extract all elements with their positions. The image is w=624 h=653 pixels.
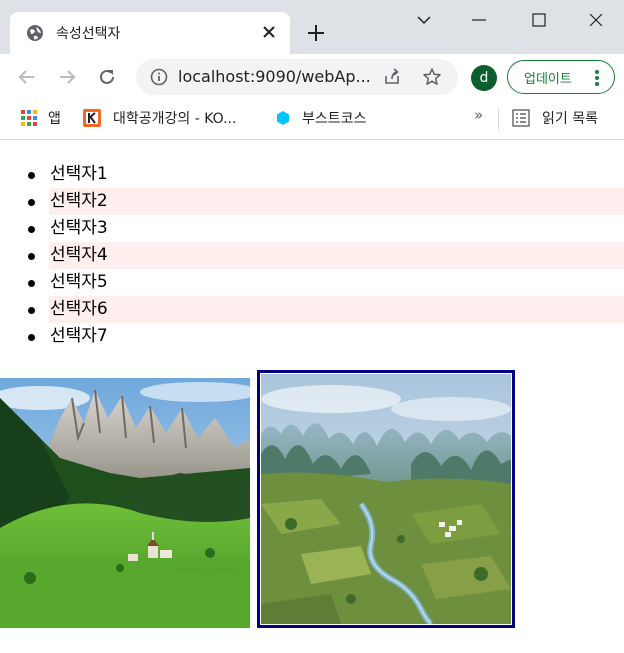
active-tab[interactable]: 속성선택자 — [10, 12, 290, 54]
bullet-dot — [28, 280, 35, 287]
update-button-label: 업데이트 — [524, 72, 572, 87]
reading-list[interactable]: 읽기 목록 — [512, 106, 612, 130]
new-tab-plus-icon[interactable] — [305, 22, 327, 44]
list-item: 선택자3 — [0, 215, 624, 242]
list-item: 선택자7 — [0, 323, 624, 350]
maximize-icon[interactable] — [525, 8, 553, 32]
bookmark-boostcourse[interactable]: 부스트코스 — [274, 106, 384, 130]
list-item-highlighted: 선택자6 — [0, 296, 624, 323]
profile-avatar[interactable]: d — [471, 65, 497, 91]
bookmark-kocw-label: 대학공개강의 - KO... — [113, 111, 237, 127]
reload-icon[interactable] — [96, 66, 118, 88]
bookmark-apps-label: 앱 — [48, 111, 61, 127]
tab-strip: 속성선택자 — [0, 0, 624, 54]
bullet-dot — [28, 253, 35, 260]
boostcourse-icon — [277, 111, 289, 125]
kocw-icon — [83, 109, 101, 127]
list-item: 선택자5 — [0, 269, 624, 296]
browser-toolbar: localhost:9090/webAp... d 업데이트 — [0, 54, 624, 100]
bullet-dot — [28, 226, 35, 233]
globe-icon — [27, 25, 43, 41]
list-item: 선택자1 — [0, 161, 624, 188]
share-icon[interactable] — [382, 67, 402, 87]
bullet-dot — [28, 334, 35, 341]
bookmark-kocw[interactable]: 대학공개강의 - KO... — [83, 106, 263, 130]
bookmarks-bar: 앱 대학공개강의 - KO... 부스트코스 읽기 목록 — [0, 100, 624, 140]
selector-list: 선택자1 선택자2 선택자3 선택자4 선택자5 선택자6 선택자7 — [0, 161, 624, 350]
close-window-icon[interactable] — [582, 8, 610, 32]
karst-river-valley-photo — [257, 370, 515, 628]
bullet-dot — [28, 172, 35, 179]
bullet-dot — [28, 307, 35, 314]
list-item-highlighted: 선택자2 — [0, 188, 624, 215]
tab-search-chevron-icon[interactable] — [410, 8, 438, 32]
tab-title: 속성선택자 — [56, 26, 121, 42]
url-text[interactable]: localhost:9090/webAp... — [178, 67, 371, 86]
reading-list-icon — [512, 109, 530, 127]
mountain-meadow-photo — [0, 378, 250, 628]
more-bookmarks-chevron[interactable]: » — [474, 106, 483, 124]
bookmark-boostcourse-label: 부스트코스 — [302, 111, 367, 127]
bookmark-apps[interactable]: 앱 — [20, 106, 70, 130]
more-menu-icon[interactable] — [594, 69, 600, 87]
forward-arrow-icon[interactable] — [56, 66, 78, 88]
close-tab-icon[interactable] — [260, 23, 278, 41]
bookmark-star-icon[interactable] — [422, 67, 442, 87]
back-arrow-icon[interactable] — [16, 66, 38, 88]
page-content: 선택자1 선택자2 선택자3 선택자4 선택자5 선택자6 선택자7 — [0, 141, 624, 653]
update-button[interactable]: 업데이트 — [507, 60, 615, 94]
bullet-dot — [28, 199, 35, 206]
apps-grid-icon — [21, 110, 37, 126]
minimize-icon[interactable] — [465, 8, 493, 32]
site-info-icon[interactable] — [150, 68, 168, 86]
reading-list-label: 읽기 목록 — [542, 111, 598, 127]
bookmarks-divider — [498, 108, 499, 130]
address-bar[interactable]: localhost:9090/webAp... — [136, 59, 458, 95]
list-item-highlighted: 선택자4 — [0, 242, 624, 269]
